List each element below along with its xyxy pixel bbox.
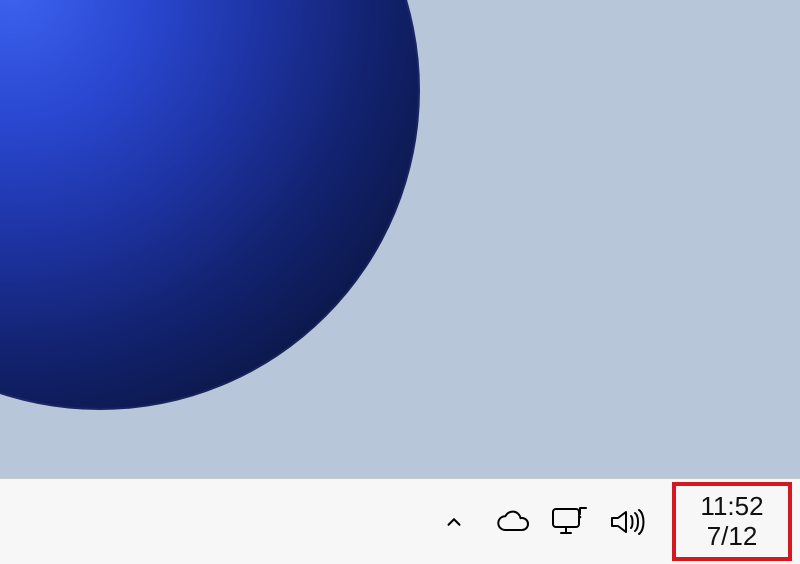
taskbar: 11:52 7/12 [0, 478, 800, 564]
monitor-network-icon [550, 505, 590, 539]
volume-button[interactable] [608, 502, 648, 542]
speaker-icon [608, 507, 648, 537]
clock-time: 11:52 [700, 492, 763, 522]
clock-date: 7/12 [707, 522, 758, 552]
wallpaper-art [0, 0, 420, 410]
onedrive-button[interactable] [492, 502, 532, 542]
system-tray: 11:52 7/12 [434, 482, 792, 562]
cloud-icon [493, 509, 531, 535]
tray-overflow-button[interactable] [434, 502, 474, 542]
network-button[interactable] [550, 502, 590, 542]
desktop: 11:52 7/12 [0, 0, 800, 564]
clock-area[interactable]: 11:52 7/12 [672, 482, 792, 562]
chevron-up-icon [443, 511, 465, 533]
